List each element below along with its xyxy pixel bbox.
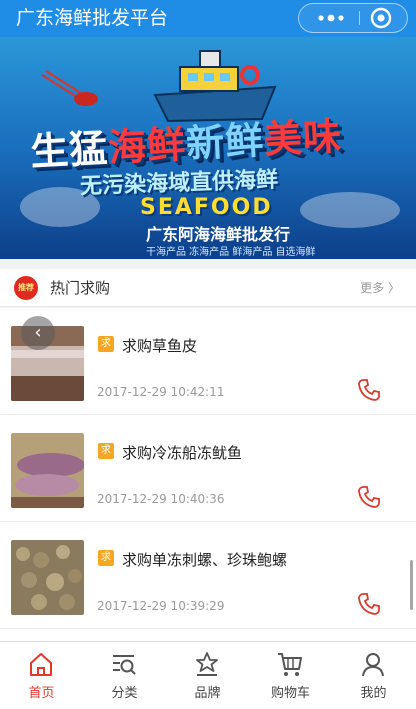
list-item[interactable]: 求 求购草鱼皮 2017-12-29 10:42:11 bbox=[0, 308, 416, 415]
promo-banner[interactable]: 生猛海鲜新鲜美味 无污染海域直供海鲜 SEAFOOD 广东阿海海鲜批发行 干海产… bbox=[0, 37, 416, 259]
list-item[interactable]: 求 求购单冻刺螺、珍珠鲍螺 2017-12-29 10:39:29 bbox=[0, 522, 416, 629]
cart-icon bbox=[278, 653, 302, 676]
close-button[interactable] bbox=[369, 6, 393, 30]
tab-category[interactable]: 分类 bbox=[83, 642, 166, 709]
item-title: 求购冷冻船冻鱿鱼 bbox=[122, 444, 243, 462]
bottom-tab-bar: 首页 分类 品牌 购物车 我的 bbox=[0, 641, 416, 709]
list-item[interactable]: 求 求购冷冻船冻鱿鱼 2017-12-29 10:40:36 bbox=[0, 415, 416, 522]
back-arrow-icon[interactable]: ‹ bbox=[21, 316, 55, 350]
capsule-divider bbox=[359, 11, 360, 25]
tab-home[interactable]: 首页 bbox=[0, 642, 83, 709]
more-menu-button[interactable] bbox=[313, 4, 349, 32]
banner-categories: 干海产品 冻海产品 鲜海产品 自选海鲜 bbox=[146, 247, 316, 258]
hot-purchase-header: 推荐 热门求购 更多 〉 bbox=[0, 269, 416, 307]
banner-headline-part: 美味 bbox=[262, 113, 344, 162]
lobster-image bbox=[41, 70, 98, 106]
tab-label: 分类 bbox=[111, 686, 138, 701]
purchase-tag: 求 bbox=[98, 550, 114, 566]
user-icon bbox=[362, 653, 384, 677]
tab-label: 购物车 bbox=[270, 686, 310, 701]
banner-seafood-text: SEAFOOD bbox=[140, 195, 273, 220]
water-splash bbox=[300, 192, 400, 228]
banner-company-name: 广东阿海海鲜批发行 bbox=[146, 225, 291, 244]
banner-headline-part: 新鲜 bbox=[185, 117, 266, 166]
section-title: 热门求购 bbox=[50, 279, 111, 297]
item-time: 2017-12-29 10:42:11 bbox=[97, 385, 225, 399]
page-title: 广东海鲜批发平台 bbox=[16, 7, 169, 29]
category-icon bbox=[113, 655, 136, 675]
item-title: 求购草鱼皮 bbox=[122, 337, 198, 355]
phone-icon[interactable] bbox=[356, 377, 382, 403]
tab-label: 首页 bbox=[28, 686, 55, 701]
home-icon bbox=[30, 653, 52, 676]
product-thumbnail bbox=[11, 433, 84, 508]
banner-headline-part: 海鲜 bbox=[107, 122, 188, 171]
brand-icon bbox=[196, 652, 218, 676]
target-close-icon bbox=[370, 7, 392, 29]
tab-cart[interactable]: 购物车 bbox=[249, 642, 332, 709]
tab-label: 品牌 bbox=[194, 686, 221, 701]
phone-icon[interactable] bbox=[356, 484, 382, 510]
purchase-tag: 求 bbox=[98, 443, 114, 459]
purchase-list: 求 求购草鱼皮 2017-12-29 10:42:11 求 求购冷冻船冻鱿鱼 2… bbox=[0, 308, 416, 641]
product-thumbnail bbox=[11, 540, 84, 615]
mini-program-capsule bbox=[298, 3, 408, 33]
phone-icon[interactable] bbox=[356, 591, 382, 617]
recommend-badge-icon: 推荐 bbox=[14, 276, 38, 300]
purchase-tag: 求 bbox=[98, 336, 114, 352]
tab-label: 我的 bbox=[360, 686, 387, 701]
item-time: 2017-12-29 10:39:29 bbox=[97, 599, 225, 613]
item-title: 求购单冻刺螺、珍珠鲍螺 bbox=[122, 551, 288, 569]
title-bar: 广东海鲜批发平台 bbox=[0, 0, 416, 37]
tab-brand[interactable]: 品牌 bbox=[166, 642, 249, 709]
tab-mine[interactable]: 我的 bbox=[332, 642, 415, 709]
scrollbar[interactable] bbox=[410, 560, 413, 610]
more-link[interactable]: 更多 〉 bbox=[360, 279, 400, 296]
item-time: 2017-12-29 10:40:36 bbox=[97, 492, 225, 506]
more-dots-icon bbox=[318, 14, 344, 22]
